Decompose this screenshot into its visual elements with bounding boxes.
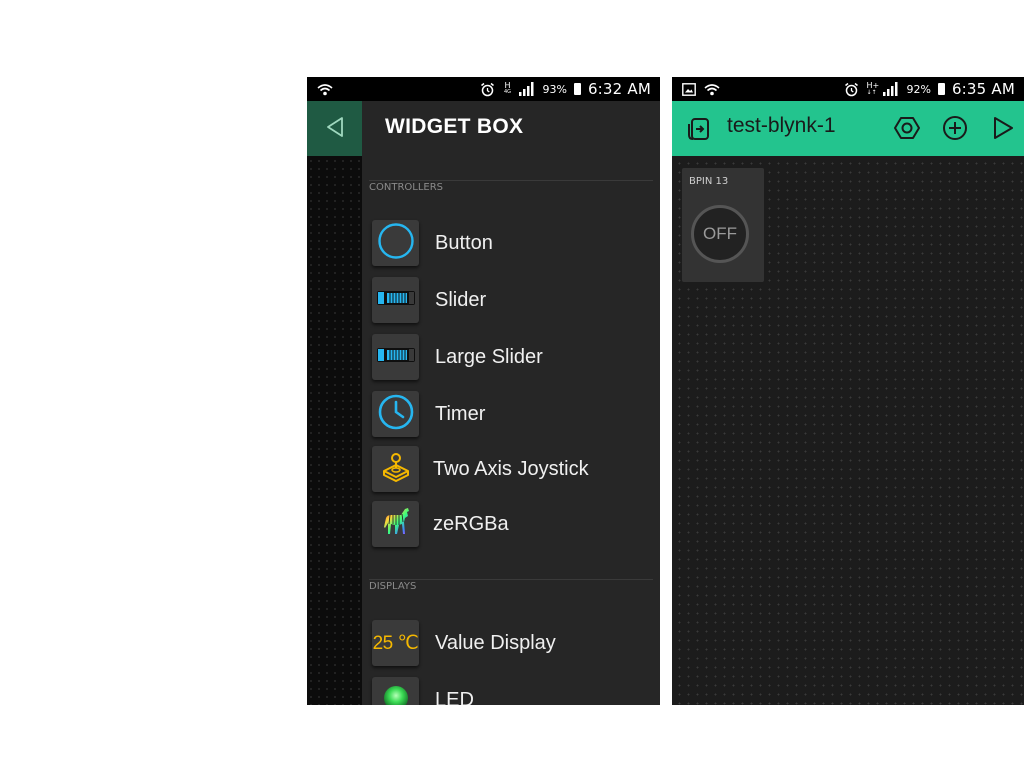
status-time: 6:32 AM (587, 80, 651, 98)
app-bar: test-blynk-1 (672, 101, 1024, 156)
widget-label: Two Axis Joystick (433, 457, 589, 480)
signal-strength-icon (519, 82, 535, 96)
status-bar: H+ ↓↑ 92% 6:35 AM (672, 77, 1024, 101)
widget-item-led[interactable]: LED (372, 675, 660, 705)
dimmed-canvas[interactable] (307, 101, 362, 705)
widget-item-slider[interactable]: Slider (372, 275, 660, 325)
project-switch-icon[interactable] (686, 115, 714, 147)
battery-icon (937, 83, 945, 95)
network-type: H+ ↓↑ (866, 81, 880, 97)
alarm-clock-icon (844, 82, 859, 97)
add-widget-icon[interactable] (942, 115, 968, 145)
widget-icon-box (372, 501, 419, 547)
widget-item-two-axis-joystick[interactable]: Two Axis Joystick (372, 444, 660, 494)
gallery-notification-icon (682, 82, 696, 96)
widget-icon-box (372, 277, 419, 323)
widget-label: Slider (435, 288, 487, 311)
slider-icon (376, 289, 416, 311)
widget-label: Timer (435, 402, 486, 425)
widget-item-button[interactable]: Button (372, 218, 660, 268)
widget-icon-box: 25 ℃ (372, 620, 419, 666)
project-screen: H+ ↓↑ 92% 6:35 AM test-blynk-1 BPIN 13 O… (672, 77, 1024, 705)
back-arrow-icon (324, 116, 346, 142)
widget-icon-box (372, 220, 419, 266)
back-button[interactable] (307, 101, 362, 156)
widget-item-large-slider[interactable]: Large Slider (372, 332, 660, 382)
settings-hexagon-icon[interactable] (894, 115, 920, 145)
alarm-clock-icon (480, 82, 495, 97)
widget-label: Button (435, 231, 493, 254)
widget-label: Value Display (435, 631, 556, 654)
widget-label: Large Slider (435, 345, 543, 368)
widget-icon-box (372, 391, 419, 437)
widget-box-drawer: WIDGET BOX CONTROLLERS Button Slider Lar… (362, 101, 660, 705)
zebra-icon (378, 504, 414, 544)
widget-item-value-display[interactable]: 25 ℃ Value Display (372, 618, 660, 668)
section-label-displays: DISPLAYS (369, 581, 417, 592)
widget-icon-box (372, 446, 419, 492)
widget-item-zergba[interactable]: zeRGBa (372, 499, 660, 549)
button-circle-icon (377, 222, 415, 264)
wifi-hotspot-icon (317, 83, 333, 96)
widget-label: zeRGBa (433, 512, 509, 535)
divider (369, 180, 653, 181)
large-slider-icon (376, 346, 416, 368)
wifi-hotspot-icon (704, 83, 720, 96)
battery-icon (573, 83, 581, 95)
battery-percent: 92% (906, 82, 931, 96)
widget-icon-box (372, 677, 419, 705)
widget-icon-box (372, 334, 419, 380)
led-icon (381, 683, 411, 705)
value-display-icon: 25 ℃ (372, 632, 419, 654)
project-title: test-blynk-1 (727, 114, 836, 137)
pin-label: BPIN 13 (689, 176, 729, 187)
joystick-icon (380, 451, 412, 487)
section-label-controllers: CONTROLLERS (369, 182, 444, 193)
status-time: 6:35 AM (951, 80, 1015, 98)
network-type: H 4G (503, 81, 512, 96)
signal-strength-icon (883, 82, 899, 96)
project-canvas[interactable]: BPIN 13 OFF (672, 156, 1024, 705)
battery-percent: 93% (542, 82, 567, 96)
status-bar: H 4G 93% 6:32 AM (307, 77, 660, 101)
button-widget[interactable]: BPIN 13 OFF (682, 168, 764, 282)
clock-icon (377, 393, 415, 435)
drawer-title: WIDGET BOX (385, 115, 524, 138)
divider (369, 579, 653, 580)
off-toggle-button[interactable]: OFF (691, 205, 749, 263)
play-icon[interactable] (990, 115, 1016, 145)
widget-box-screen: H 4G 93% 6:32 AM WIDGET BOX CONTROLLERS (307, 77, 660, 705)
widget-label: LED (435, 688, 474, 706)
widget-item-timer[interactable]: Timer (372, 389, 660, 439)
